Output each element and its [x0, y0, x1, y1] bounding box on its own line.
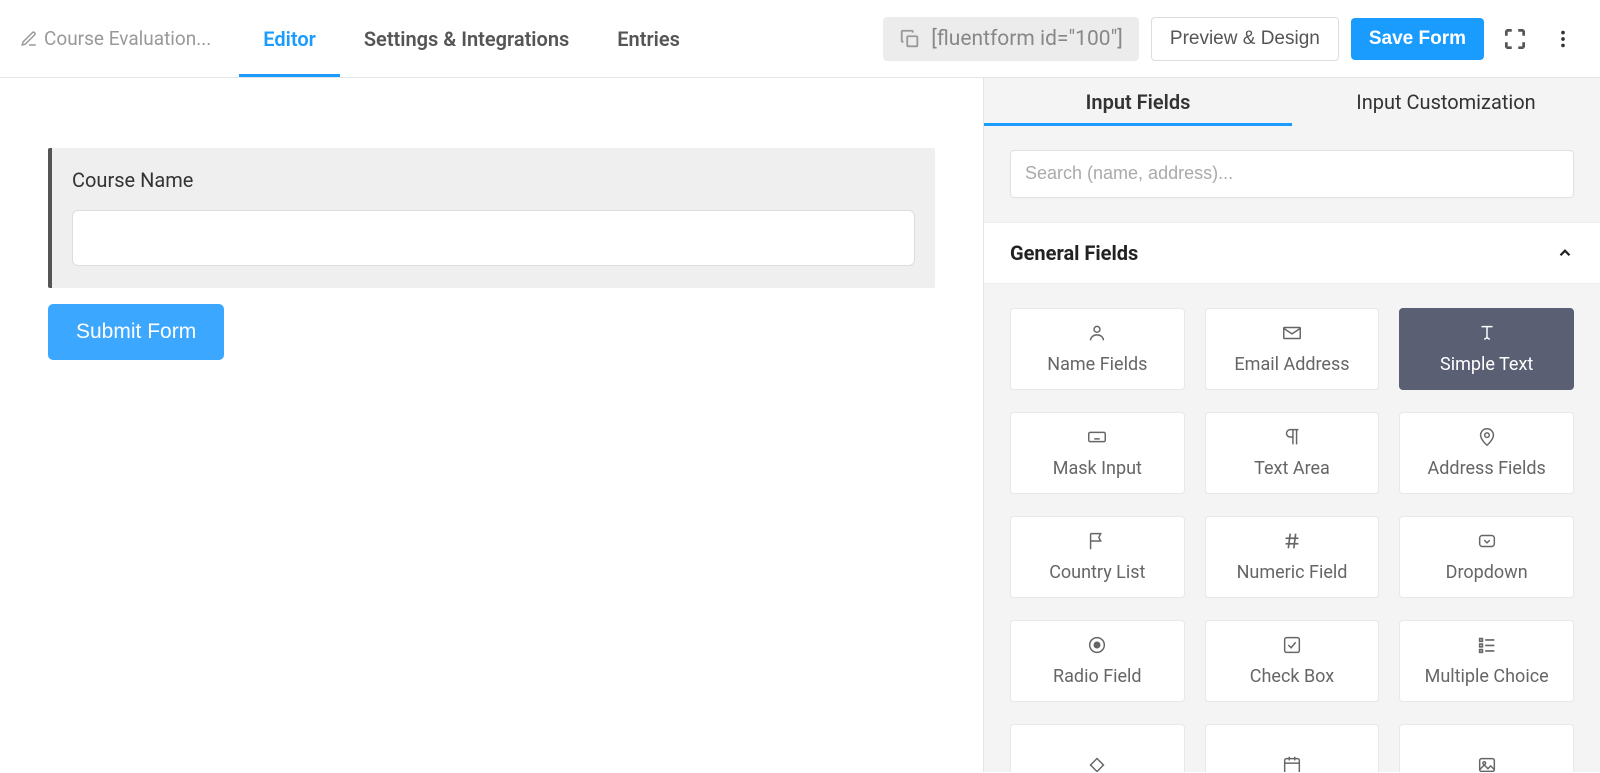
flag-icon [1086, 530, 1108, 552]
chevron-up-icon [1556, 244, 1574, 262]
tab-editor[interactable]: Editor [239, 0, 340, 77]
dropdown-icon [1476, 530, 1498, 552]
field-card-address-fields[interactable]: Address Fields [1399, 412, 1574, 494]
field-card-mask-input[interactable]: Mask Input [1010, 412, 1185, 494]
field-card-image[interactable] [1399, 724, 1574, 772]
sidebar-tab-input-fields[interactable]: Input Fields [984, 78, 1292, 126]
field-card-label: Dropdown [1446, 562, 1528, 583]
field-card-label: Country List [1049, 562, 1145, 583]
sidebar: Input Fields Input Customization General… [983, 78, 1600, 772]
field-card-numeric-field[interactable]: Numeric Field [1205, 516, 1380, 598]
topbar: Course Evaluation... Editor Settings & I… [0, 0, 1600, 78]
user-icon [1086, 322, 1108, 344]
image-icon [1476, 754, 1498, 772]
topbar-right: [fluentform id="100"] Preview & Design S… [883, 17, 1580, 61]
course-name-input[interactable] [72, 210, 915, 266]
field-card-multiple-choice[interactable]: Multiple Choice [1399, 620, 1574, 702]
search-input[interactable] [1010, 150, 1574, 198]
field-card-label: Simple Text [1440, 354, 1533, 375]
field-card-country-list[interactable]: Country List [1010, 516, 1185, 598]
more-button[interactable] [1546, 22, 1580, 56]
field-card-label: Mask Input [1053, 458, 1142, 479]
field-card-check-box[interactable]: Check Box [1205, 620, 1380, 702]
shortcode-text: [fluentform id="100"] [931, 27, 1123, 51]
search-wrap [984, 126, 1600, 222]
form-field-block[interactable]: Course Name [48, 148, 935, 288]
pencil-icon [20, 30, 38, 48]
field-card-label: Name Fields [1047, 354, 1147, 375]
preview-button[interactable]: Preview & Design [1151, 17, 1339, 61]
tab-entries[interactable]: Entries [593, 0, 704, 77]
field-card-label: Numeric Field [1237, 562, 1348, 583]
diamond-icon [1086, 754, 1108, 772]
fields-grid: Name Fields Email Address Simple Text Mask … [984, 284, 1600, 772]
more-vertical-icon [1552, 28, 1574, 50]
field-card-label: Address Fields [1428, 458, 1546, 479]
section-title: General Fields [1010, 241, 1138, 265]
form-title-text: Course Evaluation... [44, 27, 211, 50]
shortcode-box[interactable]: [fluentform id="100"] [883, 17, 1139, 61]
sidebar-tab-input-customization[interactable]: Input Customization [1292, 78, 1600, 126]
save-button[interactable]: Save Form [1351, 18, 1484, 60]
field-card-label: Text Area [1254, 458, 1330, 479]
field-card-label: Radio Field [1053, 666, 1142, 687]
paragraph-icon [1281, 426, 1303, 448]
field-card-email-address[interactable]: Email Address [1205, 308, 1380, 390]
form-title[interactable]: Course Evaluation... [20, 27, 211, 50]
form-canvas: Course Name Submit Form [0, 78, 983, 772]
field-card-simple-text[interactable]: Simple Text [1399, 308, 1574, 390]
field-card-label: Multiple Choice [1425, 666, 1549, 687]
fullscreen-button[interactable] [1496, 20, 1534, 58]
field-card-label: Check Box [1250, 666, 1334, 687]
check-icon [1281, 634, 1303, 656]
field-card-text-area[interactable]: Text Area [1205, 412, 1380, 494]
field-card-label: Email Address [1234, 354, 1349, 375]
field-label: Course Name [72, 168, 915, 192]
main: Course Name Submit Form Input Fields Inp… [0, 78, 1600, 772]
submit-form-button[interactable]: Submit Form [48, 304, 224, 360]
pin-icon [1476, 426, 1498, 448]
text-icon [1476, 322, 1498, 344]
mail-icon [1281, 322, 1303, 344]
field-card-dropdown[interactable]: Dropdown [1399, 516, 1574, 598]
list-icon [1476, 634, 1498, 656]
tab-settings[interactable]: Settings & Integrations [340, 0, 593, 77]
copy-icon [899, 28, 921, 50]
field-card-radio-field[interactable]: Radio Field [1010, 620, 1185, 702]
field-card-name-fields[interactable]: Name Fields [1010, 308, 1185, 390]
hash-icon [1281, 530, 1303, 552]
field-card-calendar[interactable] [1205, 724, 1380, 772]
radio-icon [1086, 634, 1108, 656]
sidebar-tabs: Input Fields Input Customization [984, 78, 1600, 126]
main-tabs: Editor Settings & Integrations Entries [239, 0, 704, 77]
fullscreen-icon [1502, 26, 1528, 52]
calendar-icon [1281, 754, 1303, 772]
keyboard-icon [1086, 426, 1108, 448]
field-card-diamond[interactable] [1010, 724, 1185, 772]
section-header-general[interactable]: General Fields [984, 222, 1600, 284]
